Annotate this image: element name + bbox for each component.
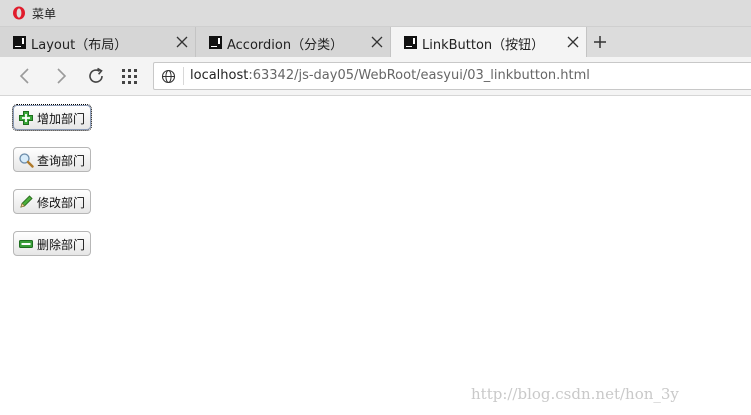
- url-path: :63342/js-day05/WebRoot/easyui/03_linkbu…: [248, 68, 590, 83]
- new-tab-icon[interactable]: [592, 34, 608, 50]
- close-tab-icon[interactable]: [175, 35, 189, 49]
- close-tab-icon[interactable]: [370, 35, 384, 49]
- speed-dial-grid-icon[interactable]: [120, 66, 140, 86]
- edit-department-button[interactable]: 修改部门: [13, 189, 91, 214]
- watermark-text: http://blog.csdn.net/hon_3y: [471, 385, 679, 403]
- remove-icon: [19, 240, 33, 248]
- close-tab-icon[interactable]: [566, 35, 580, 49]
- intellij-favicon-icon: [13, 36, 26, 49]
- search-icon: [19, 153, 34, 168]
- intellij-favicon-icon: [404, 36, 417, 49]
- button-label: 查询部门: [37, 154, 86, 168]
- tab-title: Layout（布局）: [31, 38, 128, 53]
- address-separator: [183, 67, 184, 85]
- forward-icon[interactable]: [51, 66, 71, 86]
- address-bar[interactable]: localhost:63342/js-day05/WebRoot/easyui/…: [153, 62, 751, 90]
- tab-title: LinkButton（按钮）: [422, 38, 545, 53]
- url-text[interactable]: localhost:63342/js-day05/WebRoot/easyui/…: [190, 68, 590, 83]
- edit-icon: [20, 195, 33, 208]
- tab-bar: Layout（布局） Accordion（分类） LinkButton（按钮）: [0, 27, 751, 57]
- url-host: localhost: [190, 68, 249, 83]
- search-department-button[interactable]: 查询部门: [13, 147, 91, 172]
- globe-icon: [161, 69, 176, 84]
- intellij-favicon-icon: [209, 36, 222, 49]
- reload-icon[interactable]: [86, 66, 106, 86]
- tab-accordion[interactable]: Accordion（分类）: [196, 27, 391, 57]
- tab-layout[interactable]: Layout（布局）: [0, 27, 196, 57]
- tab-title: Accordion（分类）: [227, 38, 344, 53]
- add-icon: [19, 111, 33, 125]
- add-department-button[interactable]: 增加部门: [12, 104, 92, 131]
- button-label: 修改部门: [37, 196, 86, 210]
- navigation-toolbar: localhost:63342/js-day05/WebRoot/easyui/…: [0, 57, 751, 96]
- button-label: 删除部门: [37, 238, 86, 252]
- back-icon[interactable]: [15, 66, 35, 86]
- button-label: 增加部门: [37, 112, 86, 126]
- menu-label[interactable]: 菜单: [32, 5, 56, 22]
- tab-linkbutton[interactable]: LinkButton（按钮）: [391, 27, 587, 57]
- window-title-bar: 菜单: [0, 0, 751, 27]
- opera-logo-icon[interactable]: [12, 6, 26, 20]
- delete-department-button[interactable]: 删除部门: [13, 231, 91, 256]
